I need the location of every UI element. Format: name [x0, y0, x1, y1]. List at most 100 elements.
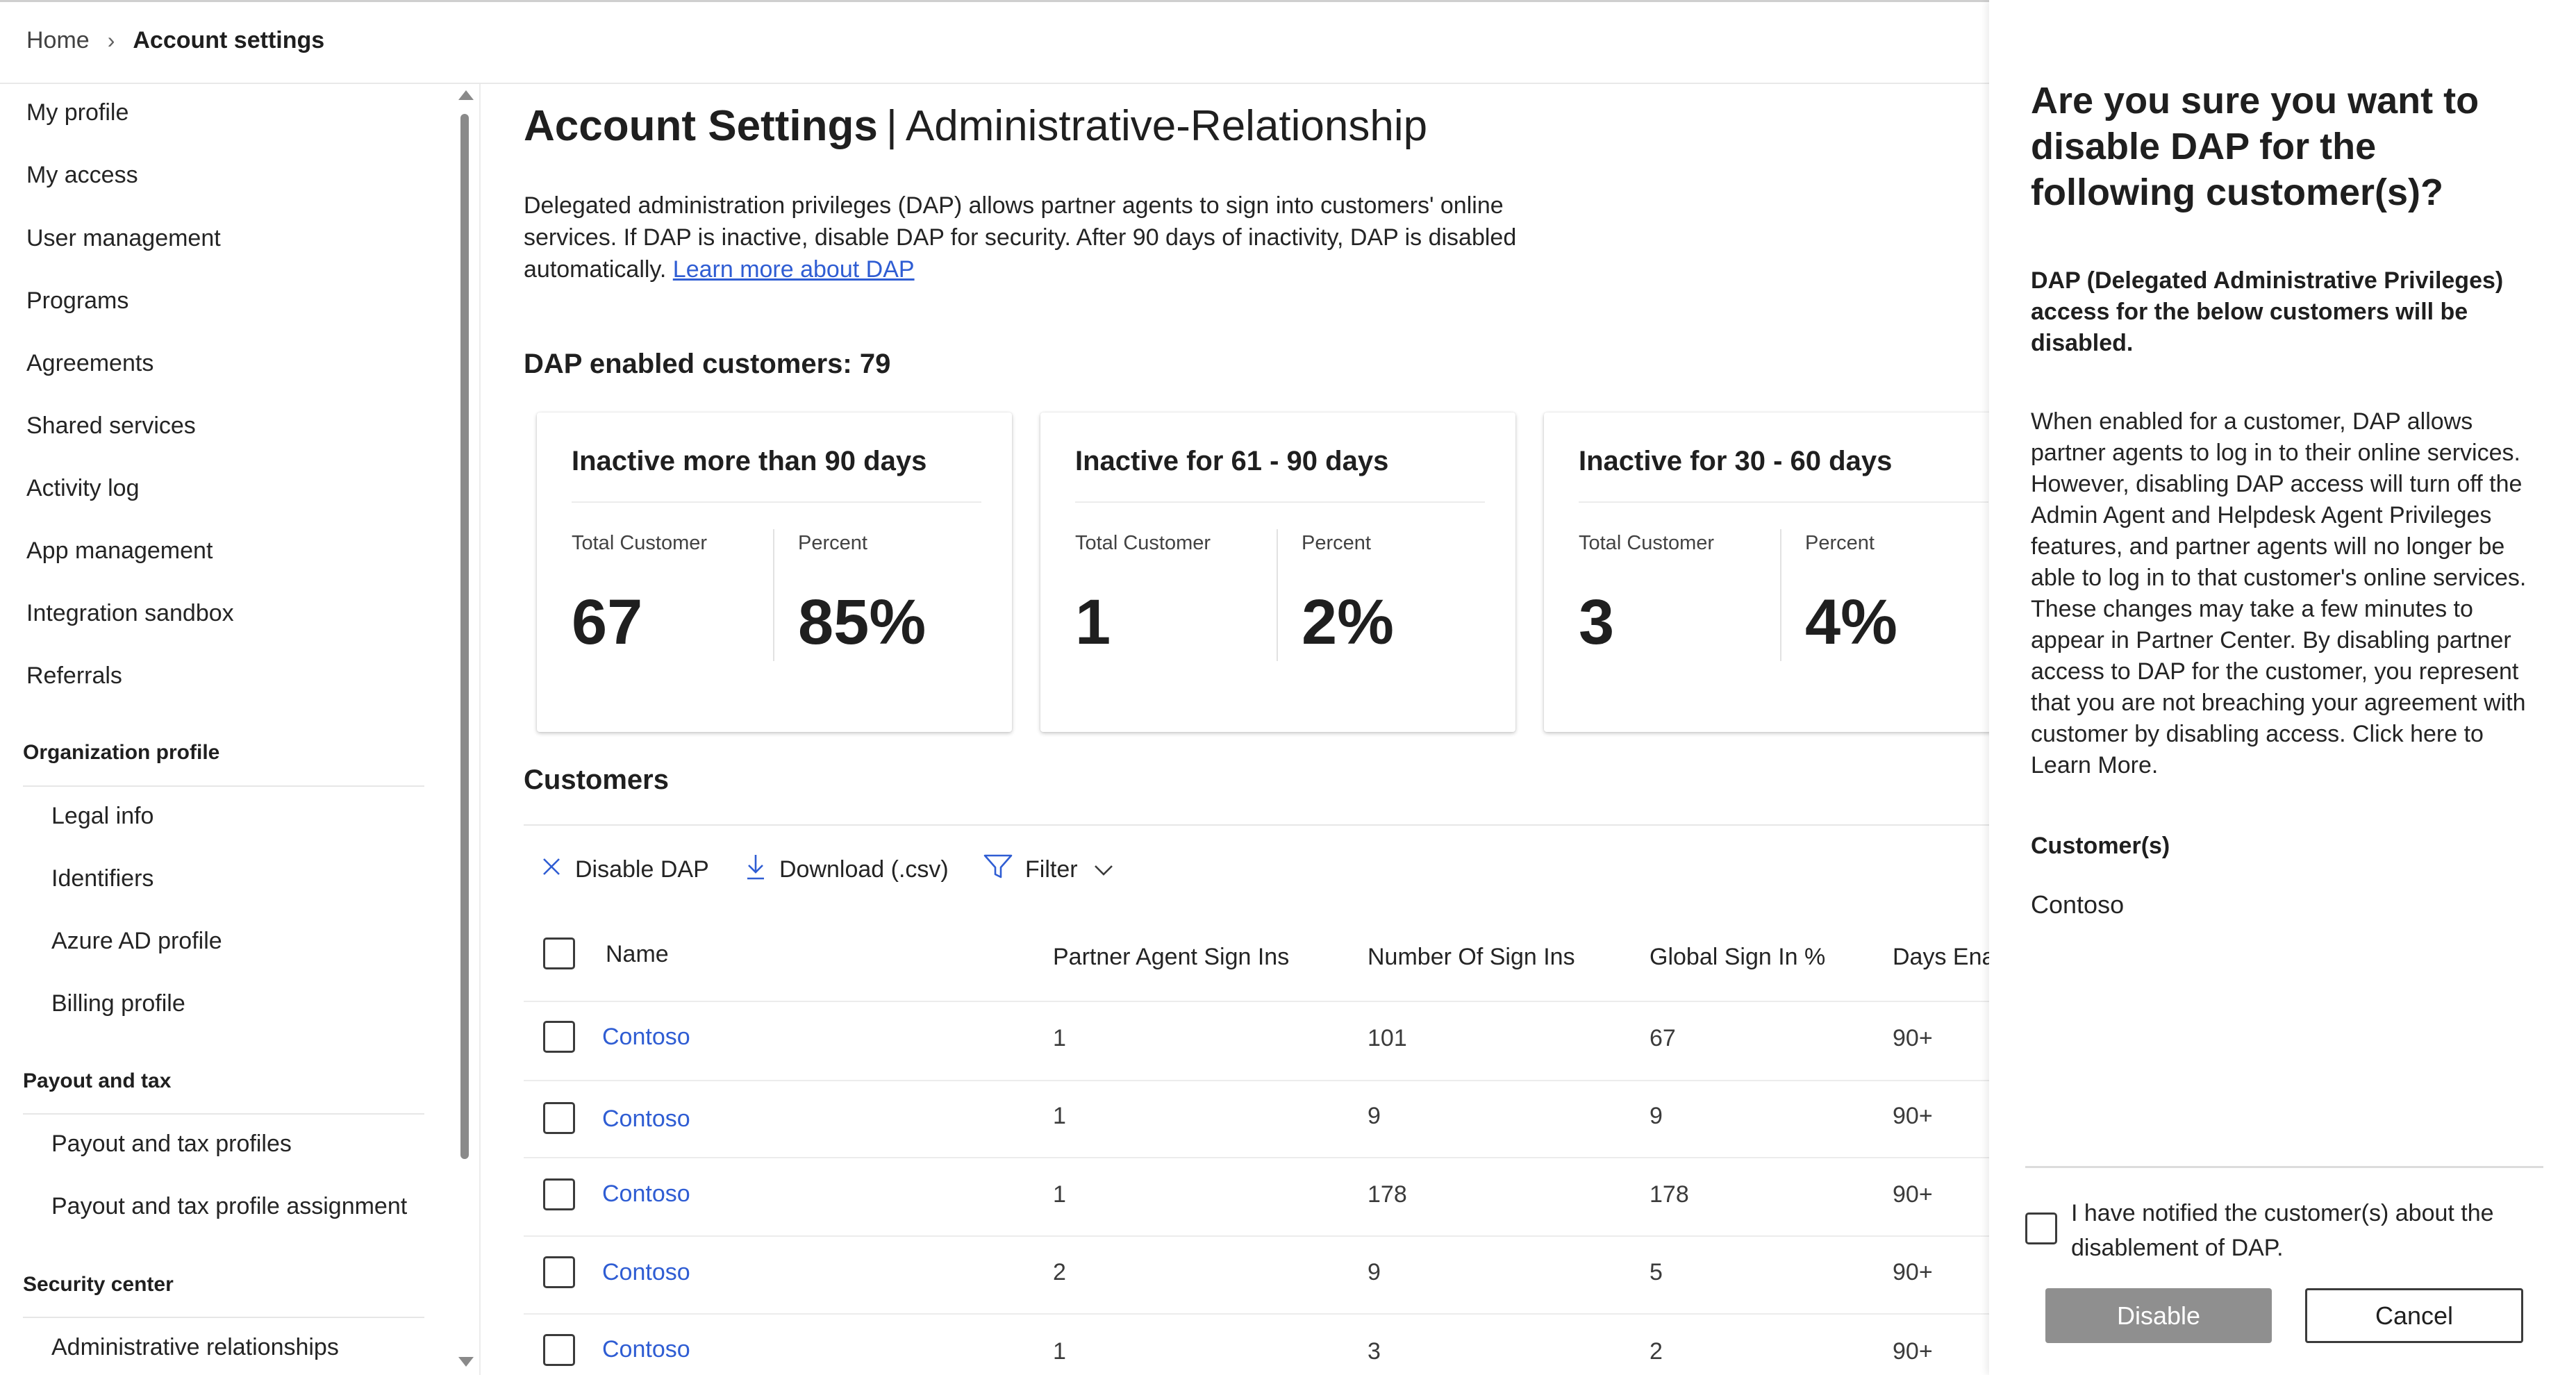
sidebar-scrollbar-thumb[interactable]	[460, 114, 469, 1159]
sidebar-item-my-access[interactable]: My access	[26, 162, 138, 189]
card-label-percent: Percent	[798, 532, 867, 554]
sidebar-item-payout-tax-assignment[interactable]: Payout and tax profile assignment	[51, 1193, 407, 1220]
card-value-percent: 4%	[1805, 587, 1897, 658]
download-csv-button[interactable]: Download (.csv)	[745, 850, 949, 889]
card-label-percent: Percent	[1805, 532, 1875, 554]
dap-enabled-count: DAP enabled customers: 79	[524, 349, 891, 379]
chevron-right-icon: ›	[107, 27, 115, 53]
notified-customers-checkbox[interactable]	[2025, 1212, 2057, 1244]
select-all-checkbox[interactable]	[543, 938, 575, 969]
cell-number-of-sign-ins: 178	[1368, 1181, 1407, 1208]
learn-more-dap-link[interactable]: Learn more about DAP	[673, 256, 915, 283]
cell-partner-agent-sign-ins: 1	[1053, 1025, 1066, 1051]
main-content: Account Settings | Administrative-Relation…	[481, 84, 1989, 1375]
sidebar-item-referrals[interactable]: Referrals	[26, 662, 122, 690]
card-divider	[572, 501, 981, 503]
sidebar-item-user-management[interactable]: User management	[26, 225, 221, 252]
scroll-up-arrow-icon[interactable]	[458, 90, 474, 100]
sidebar-item-shared-services[interactable]: Shared services	[26, 412, 196, 440]
download-csv-label: Download (.csv)	[779, 856, 949, 883]
breadcrumb-home-link[interactable]: Home	[26, 27, 90, 54]
table-row-divider	[524, 1235, 1989, 1237]
cell-days-enabled: 90+	[1893, 1338, 1933, 1365]
column-header-global-sign-in-percent[interactable]: Global Sign In %	[1650, 944, 1825, 971]
customer-name-link[interactable]: Contoso	[602, 1181, 690, 1208]
card-vertical-divider	[773, 529, 774, 661]
section-divider	[23, 1317, 424, 1318]
cell-number-of-sign-ins: 9	[1368, 1103, 1381, 1129]
sidebar-item-azure-ad-profile[interactable]: Azure AD profile	[51, 928, 222, 955]
cell-days-enabled: 90+	[1893, 1103, 1933, 1129]
panel-divider	[2025, 1166, 2543, 1168]
row-checkbox[interactable]	[543, 1102, 575, 1134]
cell-number-of-sign-ins: 3	[1368, 1338, 1381, 1365]
cell-global-sign-in-percent: 9	[1650, 1103, 1663, 1129]
breadcrumb: Home › Account settings	[26, 25, 324, 56]
page-title-separator: |	[886, 102, 897, 150]
sidebar-item-billing-profile[interactable]: Billing profile	[51, 990, 185, 1017]
sidebar-item-payout-tax-profiles[interactable]: Payout and tax profiles	[51, 1131, 292, 1158]
sidebar-section-organization-profile: Organization profile	[23, 741, 220, 764]
card-title: Inactive more than 90 days	[572, 446, 927, 476]
table-row-divider	[524, 1157, 1989, 1158]
column-header-number-of-sign-ins[interactable]: Number Of Sign Ins	[1368, 944, 1575, 971]
card-value-percent: 2%	[1302, 587, 1394, 658]
card-divider	[1579, 501, 1988, 503]
table-row-divider	[524, 1080, 1989, 1081]
sidebar-item-integration-sandbox[interactable]: Integration sandbox	[26, 600, 234, 627]
panel-title: Are you sure you want to disable DAP for…	[2031, 80, 2479, 213]
chevron-down-icon	[1093, 856, 1114, 883]
cancel-button[interactable]: Cancel	[2305, 1288, 2523, 1343]
column-header-days-enabled[interactable]: Days Ena	[1893, 944, 1989, 971]
sidebar-item-app-management[interactable]: App management	[26, 538, 213, 565]
column-header-partner-agent-sign-ins[interactable]: Partner Agent Sign Ins	[1053, 944, 1289, 971]
customer-name-link[interactable]: Contoso	[602, 1336, 690, 1363]
cell-number-of-sign-ins: 101	[1368, 1025, 1407, 1051]
breadcrumb-current: Account settings	[133, 26, 325, 53]
panel-customers-value: Contoso	[2031, 890, 2125, 919]
cell-partner-agent-sign-ins: 2	[1053, 1259, 1066, 1285]
column-header-name[interactable]: Name	[606, 941, 669, 968]
row-checkbox[interactable]	[543, 1256, 575, 1288]
disable-button[interactable]: Disable	[2045, 1288, 2272, 1343]
customer-name-link[interactable]: Contoso	[602, 1106, 690, 1133]
customer-name-link[interactable]: Contoso	[602, 1024, 690, 1051]
sidebar-item-agreements[interactable]: Agreements	[26, 350, 153, 377]
table-row-divider	[524, 1001, 1989, 1002]
filter-label: Filter	[1025, 856, 1078, 883]
cell-global-sign-in-percent: 178	[1650, 1181, 1689, 1208]
sidebar-section-payout-and-tax: Payout and tax	[23, 1069, 172, 1092]
sidebar-item-administrative-relationships[interactable]: Administrative relationships	[51, 1334, 339, 1361]
filter-button[interactable]: Filter	[983, 850, 1114, 889]
close-icon	[540, 856, 563, 884]
sidebar-item-legal-info[interactable]: Legal info	[51, 803, 153, 830]
filter-icon	[983, 853, 1013, 886]
sidebar-item-programs[interactable]: Programs	[26, 288, 128, 315]
row-checkbox[interactable]	[543, 1021, 575, 1053]
notified-customers-label[interactable]: I have notified the customer(s) about th…	[2071, 1196, 2543, 1265]
page-title-sub: Administrative-Relationship	[905, 102, 1428, 150]
sidebar-item-identifiers[interactable]: Identifiers	[51, 865, 153, 892]
row-checkbox[interactable]	[543, 1178, 575, 1210]
card-label-total: Total Customer	[572, 532, 708, 554]
customer-name-link[interactable]: Contoso	[602, 1259, 690, 1286]
card-divider	[1075, 501, 1485, 503]
sidebar-item-my-profile[interactable]: My profile	[26, 99, 128, 126]
table-row-divider	[524, 1313, 1989, 1315]
disable-dap-button[interactable]: Disable DAP	[540, 850, 709, 889]
card-label-percent: Percent	[1302, 532, 1371, 554]
cell-global-sign-in-percent: 67	[1650, 1025, 1676, 1051]
row-checkbox[interactable]	[543, 1334, 575, 1366]
page-title: Account Settings | Administrative-Relation…	[524, 101, 1427, 151]
sidebar-item-activity-log[interactable]: Activity log	[26, 475, 140, 502]
scroll-down-arrow-icon[interactable]	[458, 1357, 474, 1367]
card-title: Inactive for 30 - 60 days	[1579, 446, 1893, 476]
cell-days-enabled: 90+	[1893, 1181, 1933, 1208]
customers-divider	[524, 824, 1989, 826]
card-value-percent: 85%	[798, 587, 926, 658]
cell-partner-agent-sign-ins: 1	[1053, 1103, 1066, 1129]
cell-days-enabled: 90+	[1893, 1025, 1933, 1051]
stat-card-inactive-90-plus: Inactive more than 90 days Total Custome…	[537, 412, 1012, 732]
intro-text: Delegated administration privileges (DAP…	[524, 190, 1524, 285]
card-value-total: 67	[572, 587, 643, 658]
